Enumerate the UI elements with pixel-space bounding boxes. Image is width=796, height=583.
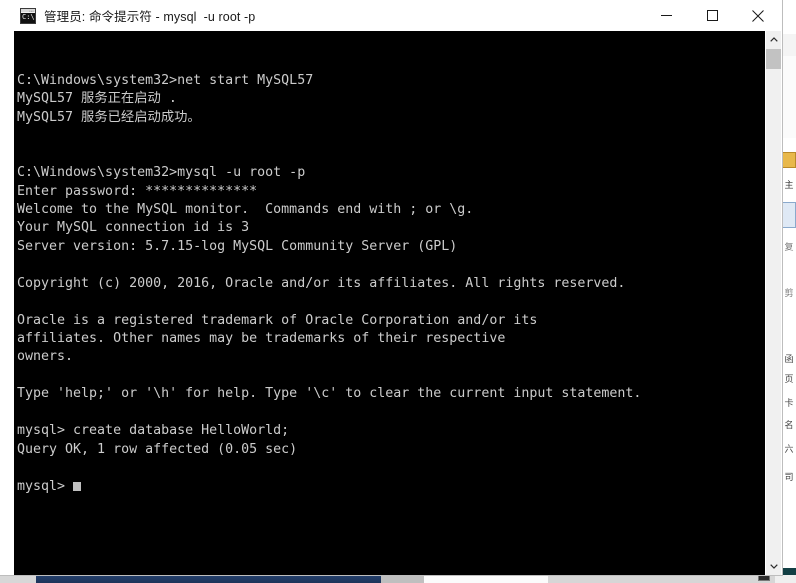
console-line: Enter password: ************** — [17, 183, 258, 199]
console-line: Server version: 5.7.15-log MySQL Communi… — [17, 238, 458, 254]
bg-window-label: 剪 — [782, 286, 796, 300]
console-line: affiliates. Other names may be trademark… — [17, 331, 506, 346]
console-line: Query OK, 1 row affected (0.05 sec) — [17, 441, 298, 457]
bg-window-label: 复 — [782, 240, 796, 254]
bg-window-titlebar — [782, 0, 796, 34]
maximize-icon — [706, 10, 718, 21]
window-segment[interactable] — [424, 575, 548, 583]
title-bar[interactable]: ••• C:\ 管理员: 命令提示符 - mysql -u root -p — [0, 0, 781, 31]
bg-window-icon-folder[interactable] — [782, 152, 796, 168]
console-line: Type 'help;' or '\h' for help. Type '\c'… — [17, 386, 642, 402]
taskbar-segment[interactable] — [0, 575, 36, 583]
console-text: C:\Windows\system32>net start MySQL57 MyS… — [17, 35, 641, 496]
console-output-area[interactable]: C:\Windows\system32>net start MySQL57 MyS… — [14, 31, 768, 575]
window-segment[interactable] — [381, 575, 424, 583]
console-line: mysql> create database HelloWorld; — [17, 423, 290, 439]
bg-window-label: 页 — [782, 372, 796, 386]
close-button[interactable] — [735, 0, 781, 31]
console-line: C:\Windows\system32>net start MySQL57 — [17, 72, 314, 88]
bg-window-label: 名 — [782, 418, 796, 432]
console-line: MySQL57 服务已经启动成功。 — [17, 109, 201, 125]
console-scrollbar[interactable] — [765, 31, 781, 575]
screen: SY .b cl W IF d W 日 建 W 甲 函 — [0, 0, 796, 583]
bg-window-ribbon — [782, 56, 796, 138]
console-line: Oracle is a registered trademark of Orac… — [17, 312, 538, 328]
bottom-window-strip — [0, 575, 796, 583]
window-segment[interactable] — [775, 575, 796, 583]
console-window[interactable]: ••• C:\ 管理员: 命令提示符 - mysql -u root -p C:… — [0, 0, 783, 576]
console-line: Your MySQL connection id is 3 — [17, 220, 250, 236]
bg-window-label: 六 — [782, 442, 796, 456]
window-title: 管理员: 命令提示符 - mysql -u root -p — [44, 10, 256, 24]
bg-window-ribbon-tabs — [782, 34, 796, 57]
console-line: Welcome to the MySQL monitor. Commands e… — [17, 201, 474, 217]
scrollbar-track[interactable] — [766, 48, 781, 558]
bg-window-icon-doc[interactable] — [782, 202, 796, 228]
close-icon — [752, 9, 764, 22]
bg-window-label: 司 — [782, 470, 796, 484]
minimize-icon — [660, 15, 672, 16]
console-line: owners. — [17, 349, 74, 365]
console-line: C:\Windows\system32>mysql -u root -p — [17, 165, 306, 181]
wallpaper-segment — [36, 575, 381, 583]
console-line: MySQL57 服务正在启动 . — [17, 91, 177, 107]
console-icon: ••• C:\ — [20, 7, 36, 24]
chevron-down-icon — [769, 564, 778, 569]
background-window[interactable]: 主 复 剪 函 页 卡 名 六 司 — [781, 0, 796, 568]
text-cursor — [73, 481, 82, 491]
console-icon-text: C:\ — [21, 12, 35, 23]
chevron-up-icon — [769, 37, 778, 42]
console-line: Copyright (c) 2000, 2016, Oracle and/or … — [17, 275, 626, 291]
bg-window-label: 函 — [782, 352, 796, 366]
minimize-button[interactable] — [643, 0, 689, 31]
scrollbar-thumb[interactable] — [766, 49, 781, 69]
maximize-button[interactable] — [689, 0, 735, 31]
bg-window-body — [782, 490, 796, 568]
scroll-down-button[interactable] — [766, 558, 781, 575]
window-controls — [643, 0, 781, 31]
window-segment[interactable] — [548, 575, 775, 583]
bg-window-label: 卡 — [782, 396, 796, 410]
console-line: mysql> — [17, 478, 641, 496]
bg-window-label: 主 — [782, 178, 796, 192]
scroll-up-button[interactable] — [766, 31, 781, 48]
